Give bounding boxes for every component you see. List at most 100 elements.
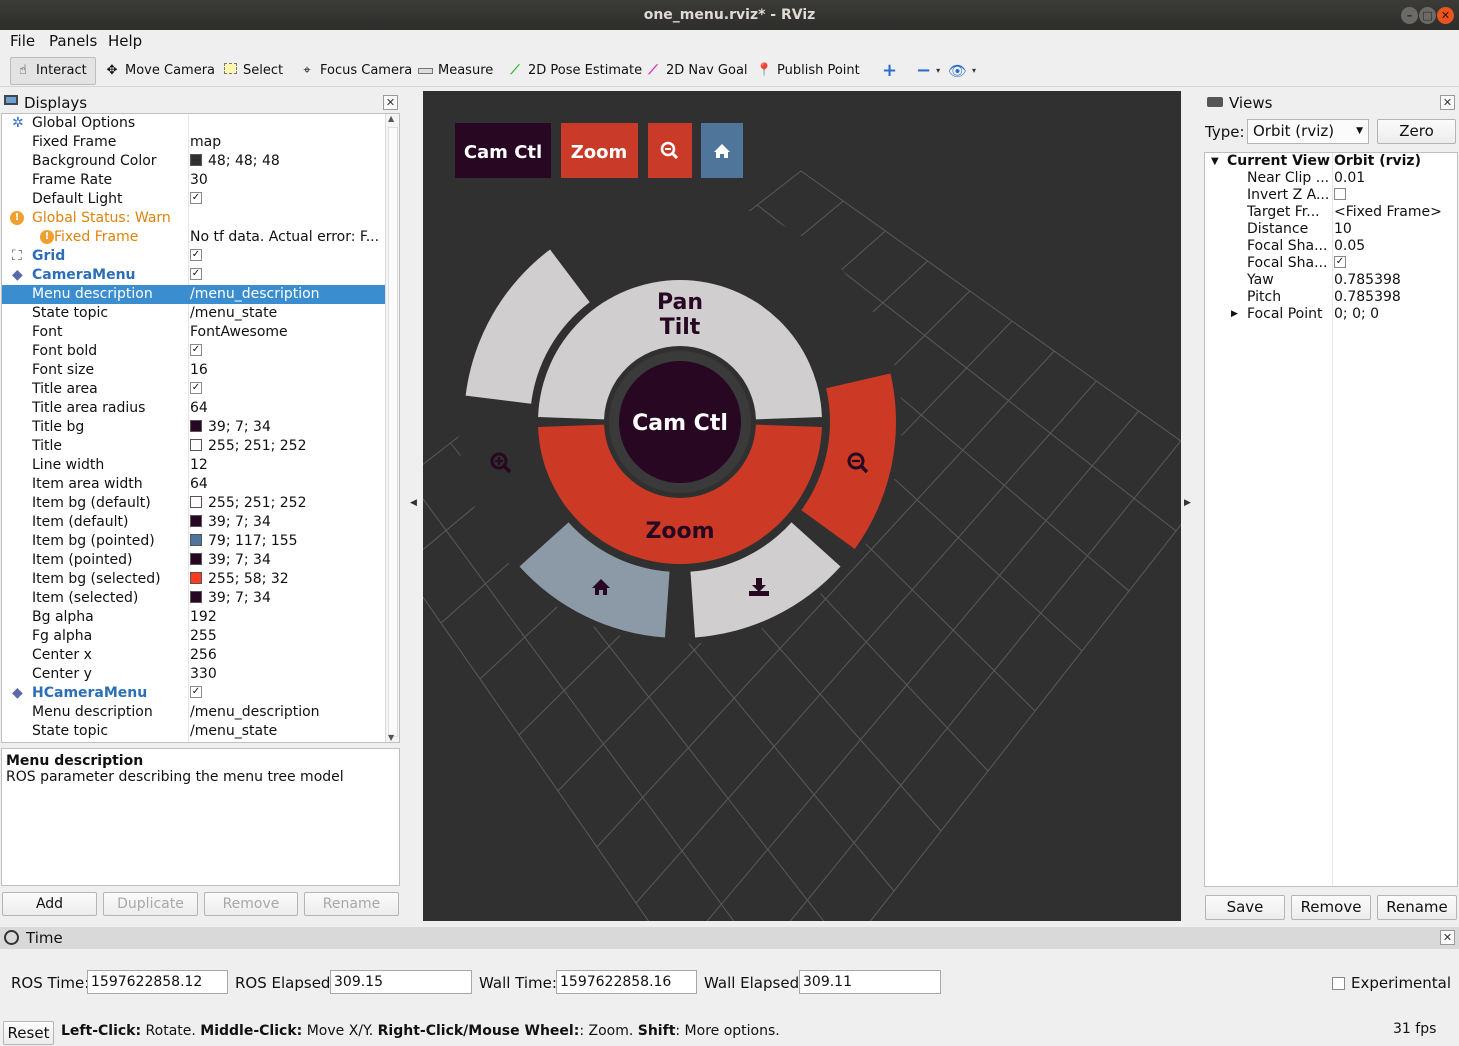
property-value[interactable]: 0.785398: [1334, 289, 1401, 306]
close-time-icon[interactable]: ✕: [1440, 930, 1455, 945]
property-value[interactable]: ✓: [190, 190, 386, 209]
checkbox[interactable]: ✓: [190, 344, 202, 356]
display-property-row[interactable]: Font bold ✓: [2, 342, 387, 361]
display-property-row[interactable]: Title 255; 251; 252: [2, 437, 387, 456]
property-value[interactable]: 16: [190, 361, 386, 380]
property-value[interactable]: 39; 7; 34: [190, 418, 386, 437]
ros-elapsed-field[interactable]: 309.15: [330, 970, 472, 994]
display-property-row[interactable]: Menu description/menu_description: [2, 285, 387, 304]
color-swatch[interactable]: [190, 154, 202, 166]
color-swatch[interactable]: [190, 515, 202, 527]
display-property-row[interactable]: Center y 330: [2, 665, 387, 684]
maximize-icon[interactable]: □: [1419, 7, 1436, 24]
view-type-select[interactable]: Orbit (rviz) ▼: [1247, 119, 1369, 144]
property-value[interactable]: ✓: [190, 266, 386, 285]
property-value[interactable]: 12: [190, 456, 386, 475]
color-swatch[interactable]: [190, 420, 202, 432]
wall-elapsed-field[interactable]: 309.11: [799, 970, 941, 994]
checkbox[interactable]: ✓: [190, 686, 202, 698]
expand-down-icon[interactable]: ▼: [1211, 153, 1219, 170]
property-value[interactable]: 64: [190, 399, 386, 418]
tool-move-camera[interactable]: ✥ Move Camera: [100, 57, 215, 85]
property-value[interactable]: /menu_description: [190, 703, 386, 722]
expand-right-icon[interactable]: ▶: [1231, 306, 1238, 323]
view-property-row[interactable]: Focal Sha... 0.05: [1205, 238, 1457, 255]
view-property-row[interactable]: Near Clip ... 0.01: [1205, 170, 1457, 187]
collapse-left-handle[interactable]: ◀: [410, 498, 417, 508]
display-property-row[interactable]: ! Global Status: Warn: [2, 209, 387, 228]
view-property-row[interactable]: Yaw 0.785398: [1205, 272, 1457, 289]
property-value[interactable]: map: [190, 133, 386, 152]
view-property-row[interactable]: Invert Z A...: [1205, 187, 1457, 204]
display-property-row[interactable]: Frame Rate 30: [2, 171, 387, 190]
remove-display-button[interactable]: Remove: [204, 892, 298, 916]
collapse-right-handle[interactable]: ▶: [1184, 498, 1191, 508]
rename-display-button[interactable]: Rename: [304, 892, 399, 916]
property-value[interactable]: /menu_state: [190, 722, 386, 741]
display-property-row[interactable]: Center x 256: [2, 646, 387, 665]
property-value[interactable]: ✓: [190, 380, 386, 399]
tool-interact[interactable]: ☝ Interact: [10, 57, 96, 85]
display-property-row[interactable]: Item bg (pointed) 79; 117; 155: [2, 532, 387, 551]
display-property-row[interactable]: Menu description/menu_description: [2, 703, 387, 722]
property-value[interactable]: 0.01: [1334, 170, 1365, 187]
menu-help[interactable]: Help: [108, 32, 142, 50]
view-property-row[interactable]: Focal Point 0; 0; 0 ▶: [1205, 306, 1457, 323]
property-value[interactable]: 0.05: [1334, 238, 1365, 255]
property-value[interactable]: 0; 0; 0: [1334, 306, 1379, 323]
property-value[interactable]: 79; 117; 155: [190, 532, 386, 551]
property-value[interactable]: /menu_description: [190, 285, 386, 304]
display-property-row[interactable]: State topic/menu_state: [2, 304, 387, 323]
zero-button[interactable]: Zero: [1377, 119, 1456, 144]
checkbox[interactable]: ✓: [190, 268, 202, 280]
view-property-row[interactable]: Focal Sha... ✓: [1205, 255, 1457, 272]
property-value[interactable]: 48; 48; 48: [190, 152, 386, 171]
property-value[interactable]: /menu_state: [190, 304, 386, 323]
eye-icon[interactable]: 👁 ▾: [944, 57, 976, 85]
view-property-row[interactable]: Distance 10: [1205, 221, 1457, 238]
display-property-row[interactable]: Title area ✓: [2, 380, 387, 399]
display-property-row[interactable]: ◆ HCameraMenu ✓: [2, 684, 387, 703]
display-property-row[interactable]: Font size 16: [2, 361, 387, 380]
property-value[interactable]: 39; 7; 34: [190, 513, 386, 532]
display-property-row[interactable]: ✲ Global Options: [2, 114, 387, 133]
property-value[interactable]: 39; 7; 34: [190, 589, 386, 608]
display-property-row[interactable]: Fixed Frame map: [2, 133, 387, 152]
close-icon[interactable]: ✕: [1437, 7, 1454, 24]
property-value[interactable]: ✓: [1334, 255, 1346, 272]
checkbox[interactable]: ✓: [1334, 256, 1346, 268]
display-property-row[interactable]: Item area width 64: [2, 475, 387, 494]
tool-select[interactable]: Select: [218, 57, 283, 85]
remove-view-button[interactable]: Remove: [1291, 895, 1371, 920]
ros-time-field[interactable]: 1597622858.12: [87, 970, 228, 994]
display-property-row[interactable]: Item (pointed) 39; 7; 34: [2, 551, 387, 570]
property-value[interactable]: 255: [190, 627, 386, 646]
display-property-row[interactable]: Fg alpha 255: [2, 627, 387, 646]
tool-publish-point[interactable]: 📍 Publish Point: [752, 57, 860, 85]
duplicate-display-button[interactable]: Duplicate: [103, 892, 198, 916]
property-value[interactable]: 256: [190, 646, 386, 665]
experimental-checkbox[interactable]: [1332, 977, 1345, 990]
color-swatch[interactable]: [190, 553, 202, 565]
property-value[interactable]: FontAwesome: [190, 323, 386, 342]
display-property-row[interactable]: Font FontAwesome: [2, 323, 387, 342]
property-value[interactable]: 30: [190, 171, 386, 190]
displays-scrollbar[interactable]: ▲ ▼: [385, 114, 399, 742]
viewport-canvas[interactable]: Cam Ctl Zoom Cam Ctl PanTilt Zoom: [423, 91, 1181, 921]
display-property-row[interactable]: ⛶ Grid ✓: [2, 247, 387, 266]
display-property-row[interactable]: Item (selected) 39; 7; 34: [2, 589, 387, 608]
tool-2d-pose-estimate[interactable]: ⟋ 2D Pose Estimate: [503, 57, 642, 85]
tool-2d-nav-goal[interactable]: ⟋ 2D Nav Goal: [641, 57, 747, 85]
property-value[interactable]: 192: [190, 608, 386, 627]
display-property-row[interactable]: State topic/menu_state: [2, 722, 387, 741]
close-displays-icon[interactable]: ✕: [383, 95, 398, 110]
property-value[interactable]: 10: [1334, 221, 1352, 238]
display-property-row[interactable]: Title bg 39; 7; 34: [2, 418, 387, 437]
checkbox[interactable]: ✓: [190, 192, 202, 204]
remove-tool-icon[interactable]: − ▾: [912, 57, 940, 85]
display-property-row[interactable]: Item bg (default) 255; 251; 252: [2, 494, 387, 513]
display-property-row[interactable]: Default Light ✓: [2, 190, 387, 209]
property-value[interactable]: 255; 58; 32: [190, 570, 386, 589]
view-property-row[interactable]: Target Fr... <Fixed Frame>: [1205, 204, 1457, 221]
close-views-icon[interactable]: ✕: [1440, 95, 1455, 110]
